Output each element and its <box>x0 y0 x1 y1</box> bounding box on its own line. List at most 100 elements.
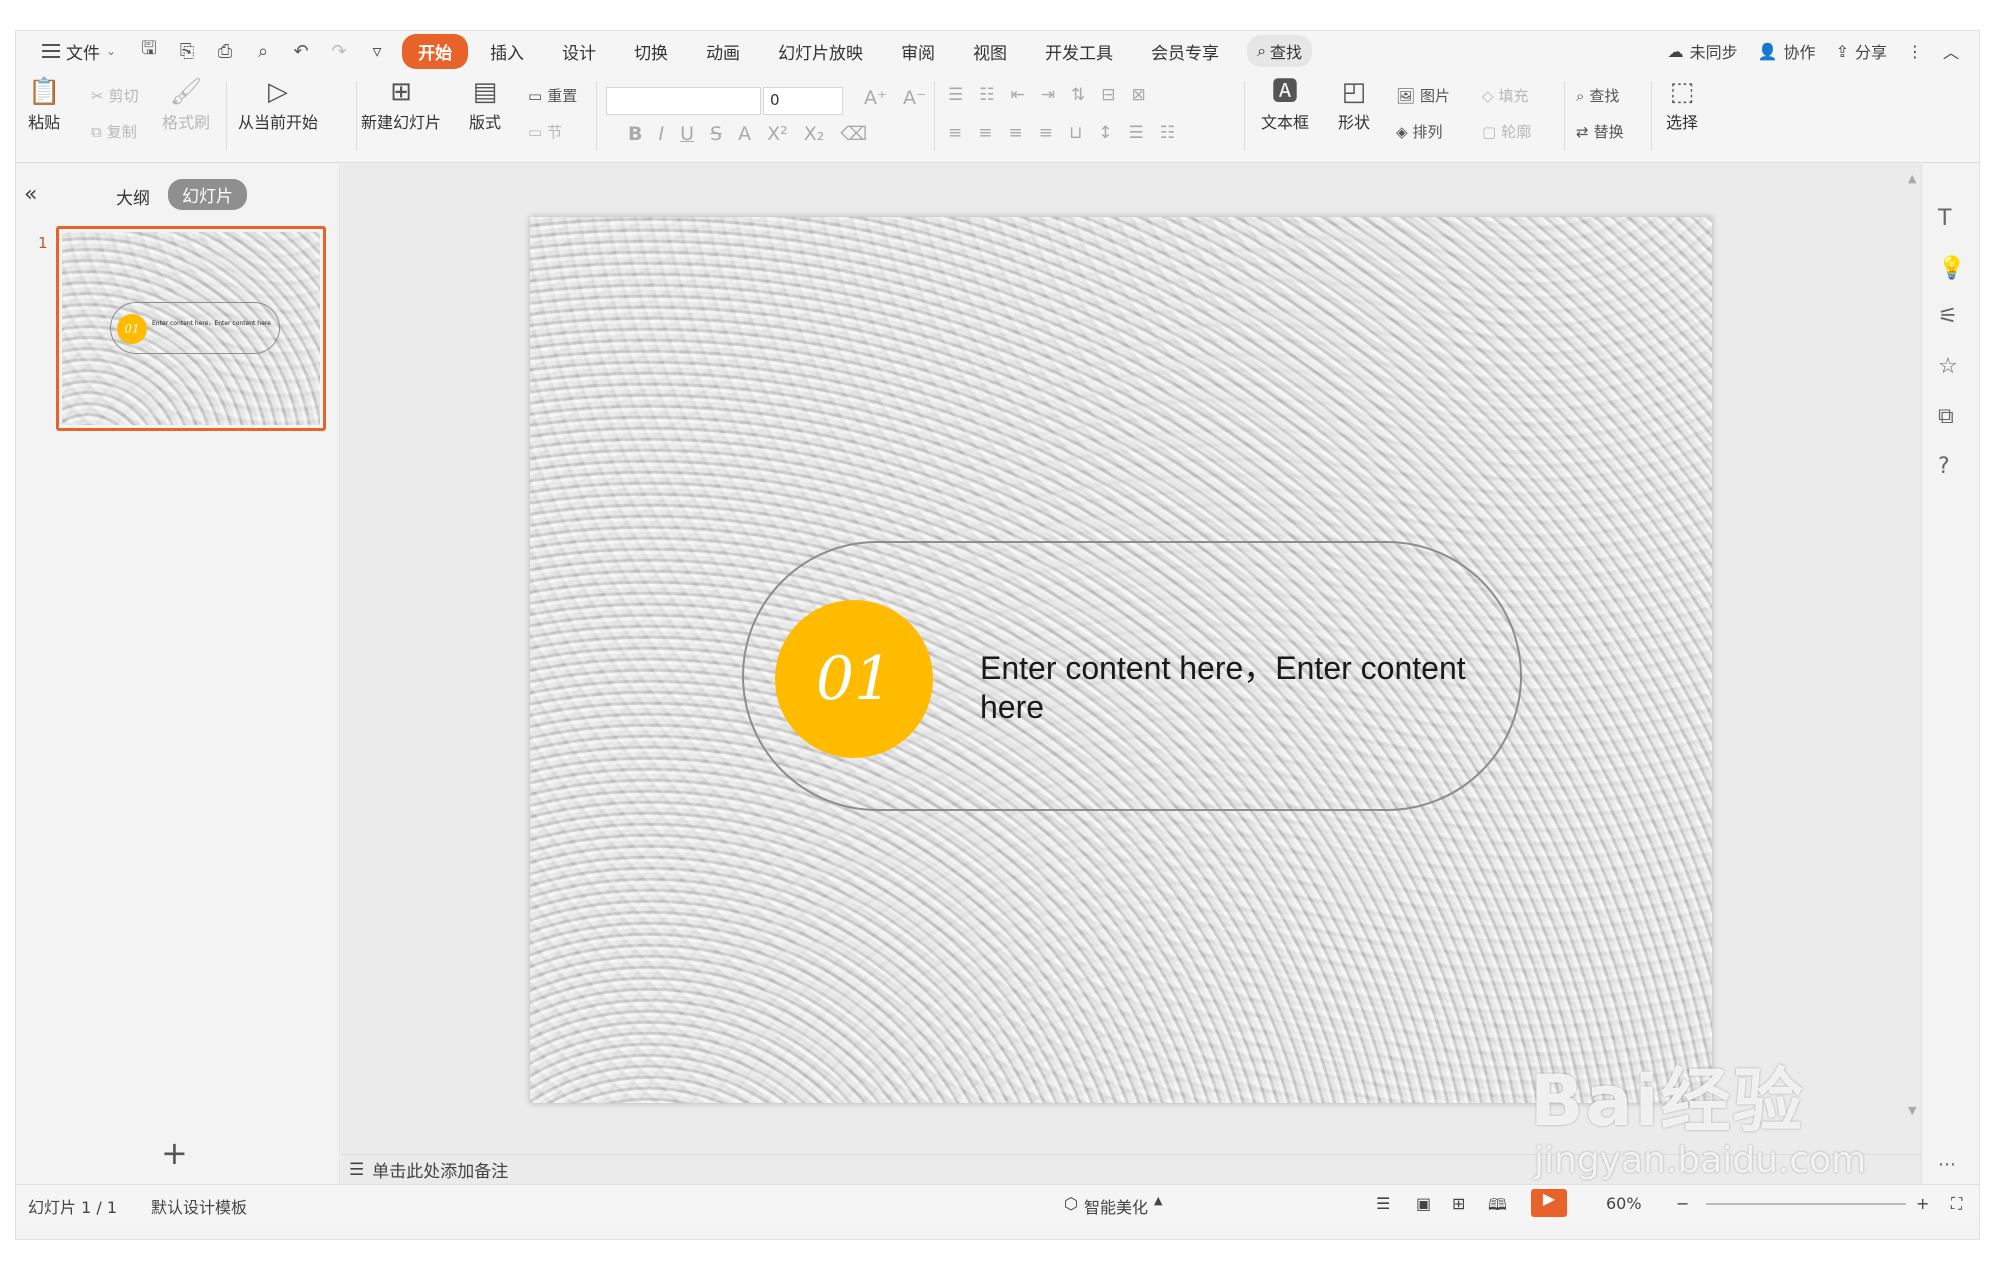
copy-button[interactable]: ⧉ 复制 <box>91 121 137 142</box>
tab-home[interactable]: 开始 <box>402 33 469 69</box>
picture-button[interactable]: 🖼 图片 <box>1396 85 1450 106</box>
save-icon[interactable]: 🖫 <box>138 36 160 66</box>
underline-icon[interactable]: U <box>680 123 694 145</box>
format-painter-button[interactable]: 🖌 格式刷 <box>162 75 210 133</box>
beautify-button[interactable]: ⬡ 智能美化 ▲ <box>1064 1194 1162 1218</box>
select-button[interactable]: ⬚ 选择 <box>1666 75 1698 133</box>
paragraph-spacing-icon[interactable]: ☰ <box>1129 123 1144 143</box>
distribute-icon[interactable]: ⊔ <box>1069 123 1082 143</box>
share-button[interactable]: ⇪ 分享 <box>1836 39 1887 63</box>
bullet-list-icon[interactable]: ☰ <box>948 85 963 105</box>
tab-transition[interactable]: 切换 <box>618 34 684 69</box>
tab-member[interactable]: 会员专享 <box>1135 34 1235 69</box>
scroll-down-icon[interactable]: ▼ <box>1908 1104 1916 1117</box>
convert-smartart-icon[interactable]: ⊠ <box>1132 85 1146 105</box>
more-options-icon[interactable]: ⋯ <box>1938 1154 1956 1175</box>
zoom-level[interactable]: 60% <box>1606 1194 1642 1213</box>
print-preview-icon[interactable]: ⌕ <box>252 41 274 62</box>
tab-review[interactable]: 审阅 <box>885 34 951 69</box>
align-center-icon[interactable]: ≡ <box>978 123 992 143</box>
collab-button[interactable]: 👤 协作 <box>1758 39 1816 63</box>
print-icon[interactable]: ⎙ <box>214 41 236 62</box>
arrange-button[interactable]: ◈ 排列 <box>1396 121 1443 142</box>
watermark-url: jingyan.baidu.com <box>1534 1140 1867 1181</box>
text-direction-icon[interactable]: ⇅ <box>1071 85 1085 105</box>
strikethrough-icon[interactable]: S <box>710 123 722 145</box>
fill-button[interactable]: ◇ 填充 <box>1482 85 1529 106</box>
search-button[interactable]: ⌕ 查找 <box>1247 35 1313 67</box>
italic-icon[interactable]: I <box>658 123 664 145</box>
textbox-button[interactable]: 🅰 文本框 <box>1261 75 1309 133</box>
find-button[interactable]: ⌕ 查找 <box>1576 85 1619 106</box>
file-menu[interactable]: 文件 ⌄ <box>34 35 124 68</box>
tab-developer[interactable]: 开发工具 <box>1029 34 1129 69</box>
bold-icon[interactable]: B <box>628 123 642 145</box>
more-icon[interactable]: ⋮ <box>1907 42 1923 61</box>
collapse-ribbon-icon[interactable]: ︿ <box>1943 39 1959 63</box>
zoom-out-icon[interactable]: − <box>1676 1194 1689 1213</box>
play-from-current-button[interactable]: ▷ 从当前开始 <box>238 75 318 133</box>
numbered-list-icon[interactable]: ☷ <box>979 85 994 105</box>
decrease-indent-icon[interactable]: ⇤ <box>1011 85 1025 105</box>
tab-view[interactable]: 视图 <box>957 34 1023 69</box>
reading-view-icon[interactable]: 🕮 <box>1488 1194 1507 1221</box>
paste-button[interactable]: 📋 粘贴 <box>28 75 60 133</box>
add-slide-button[interactable]: + <box>161 1134 188 1172</box>
template-name[interactable]: 默认设计模板 <box>151 1194 247 1218</box>
font-color-icon[interactable]: A <box>738 123 751 145</box>
normal-view-icon[interactable]: ▣ <box>1416 1194 1431 1213</box>
line-spacing-icon[interactable]: ↕ <box>1098 123 1112 143</box>
slide-content-text[interactable]: Enter content here，Enter content here <box>980 649 1500 727</box>
increase-indent-icon[interactable]: ⇥ <box>1041 85 1055 105</box>
layout-button[interactable]: ▤ 版式 <box>469 75 501 133</box>
new-slide-button[interactable]: ⊞ 新建幻灯片 <box>361 75 441 133</box>
reset-button[interactable]: ▭ 重置 <box>528 85 577 106</box>
tab-design[interactable]: 设计 <box>546 34 612 69</box>
align-right-icon[interactable]: ≡ <box>1009 123 1023 143</box>
tab-animation[interactable]: 动画 <box>690 34 756 69</box>
sync-button[interactable]: ☁ 未同步 <box>1668 39 1738 63</box>
clear-format-icon[interactable]: ⌫ <box>840 123 867 145</box>
zoom-slider[interactable] <box>1706 1203 1906 1205</box>
zoom-in-icon[interactable]: + <box>1916 1194 1929 1213</box>
font-family-select[interactable] <box>606 87 761 115</box>
lightbulb-icon[interactable]: 💡 <box>1938 256 1965 281</box>
vertical-scrollbar[interactable]: ▲ ▼ <box>1906 164 1921 1154</box>
sliders-icon[interactable]: ⚟ <box>1938 304 1958 329</box>
slide-thumbnail[interactable]: 01 Enter content here，Enter content here <box>56 226 326 431</box>
undo-icon[interactable]: ↶ <box>290 41 312 62</box>
justify-icon[interactable]: ≡ <box>1039 123 1053 143</box>
shrink-font-icon[interactable]: A⁻ <box>903 87 926 109</box>
transition-icon[interactable]: ⧉ <box>1938 404 1954 429</box>
font-size-select[interactable]: 0 <box>763 87 843 115</box>
align-text-icon[interactable]: ⊟ <box>1101 85 1115 105</box>
number-badge[interactable]: 01 <box>775 600 933 758</box>
columns-icon[interactable]: ☷ <box>1160 123 1175 143</box>
text-icon[interactable]: T <box>1938 206 1951 231</box>
slideshow-play-icon[interactable]: ▶ <box>1531 1189 1567 1217</box>
cut-button[interactable]: ✂ 剪切 <box>91 85 139 106</box>
collapse-panel-icon[interactable]: « <box>24 182 37 207</box>
shape-button[interactable]: ◰ 形状 <box>1338 75 1370 133</box>
tab-slideshow[interactable]: 幻灯片放映 <box>762 34 879 69</box>
format-painter-icon[interactable]: ⎘ <box>176 41 198 62</box>
superscript-icon[interactable]: X² <box>767 123 788 145</box>
section-button[interactable]: ▭ 节 <box>528 121 562 142</box>
slide-canvas[interactable]: 01 Enter content here，Enter content here <box>530 217 1712 1103</box>
notes-toggle-icon[interactable]: ☰ <box>1376 1194 1390 1213</box>
tab-outline[interactable]: 大纲 <box>116 184 150 209</box>
help-icon[interactable]: ? <box>1938 454 1950 479</box>
align-left-icon[interactable]: ≡ <box>948 123 962 143</box>
fit-window-icon[interactable]: ⛶ <box>1951 1194 1962 1214</box>
grow-font-icon[interactable]: A⁺ <box>864 87 887 109</box>
scroll-up-icon[interactable]: ▲ <box>1908 172 1916 185</box>
subscript-icon[interactable]: X₂ <box>804 123 825 145</box>
star-icon[interactable]: ☆ <box>1938 354 1958 379</box>
tab-slides[interactable]: 幻灯片 <box>168 179 247 210</box>
redo-icon[interactable]: ↷ <box>328 41 350 62</box>
replace-button[interactable]: ⇄ 替换 <box>1576 121 1624 142</box>
grid-view-icon[interactable]: ⊞ <box>1452 1194 1465 1213</box>
customize-icon[interactable]: ▿ <box>366 41 388 62</box>
tab-insert[interactable]: 插入 <box>474 34 540 69</box>
outline-button[interactable]: ▢ 轮廓 <box>1482 121 1531 142</box>
